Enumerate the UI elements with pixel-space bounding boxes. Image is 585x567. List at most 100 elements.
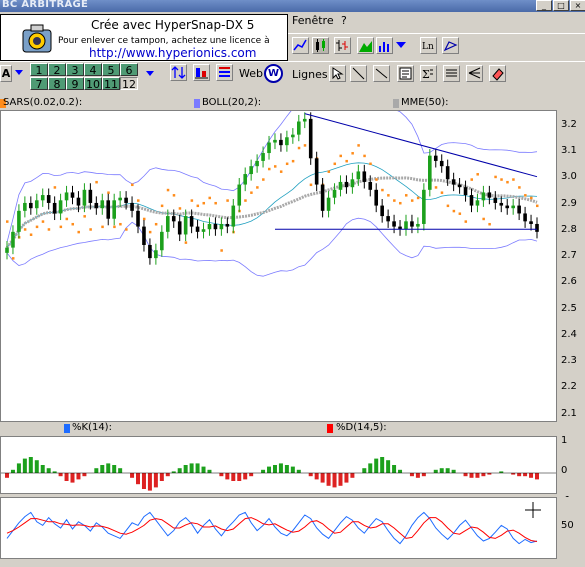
minimize-button[interactable]: _ — [536, 0, 552, 11]
candle — [148, 238, 152, 265]
sar-point — [262, 178, 265, 181]
sar-point — [244, 199, 247, 202]
period-button-3[interactable]: 3 — [66, 63, 84, 77]
period-button-6[interactable]: 6 — [120, 63, 138, 77]
period-button-11[interactable]: 11 — [102, 77, 120, 91]
svg-text:Ln: Ln — [422, 42, 434, 52]
bar-chart-icon[interactable] — [334, 37, 351, 54]
candle — [469, 188, 474, 213]
sar-point — [369, 162, 372, 166]
period-button-10[interactable]: 10 — [84, 77, 102, 91]
period-button-7[interactable]: 7 — [30, 77, 48, 91]
period-button-9[interactable]: 9 — [66, 77, 84, 91]
candle — [213, 217, 218, 236]
sigma-icon[interactable]: Σ — [420, 65, 437, 82]
period-button-12[interactable]: 12 — [120, 77, 138, 91]
stamp-link[interactable]: http://www.hyperionics.com — [89, 46, 256, 60]
sar-point — [410, 199, 414, 202]
fan-lines-icon[interactable] — [466, 65, 483, 82]
sar-point — [119, 222, 122, 226]
candle — [237, 177, 242, 213]
bollinger-mid-line — [6, 162, 538, 248]
sar-point — [250, 191, 253, 194]
candle — [451, 172, 456, 192]
sar-point — [220, 249, 223, 252]
candle — [267, 135, 271, 160]
sar-point — [6, 220, 9, 223]
price-tick-label: 2.9 — [561, 197, 577, 209]
window-title-bar: BC ARBITRAGE _ □ × — [0, 0, 585, 12]
mountain-chart-icon[interactable] — [357, 37, 374, 54]
chevron-down-icon[interactable] — [392, 37, 409, 54]
candle — [481, 185, 486, 207]
sar-point — [107, 191, 110, 194]
chevron-down-icon[interactable] — [12, 65, 26, 82]
candle — [422, 183, 426, 231]
font-a-icon[interactable]: A — [0, 65, 12, 82]
candle — [23, 196, 27, 218]
line-chart-icon[interactable] — [292, 37, 309, 54]
hypersnap-stamp: Crée avec HyperSnap-DX 5 Pour enlever ce… — [0, 14, 288, 61]
align-bottom-icon[interactable] — [193, 64, 210, 81]
web-label[interactable]: Web — [239, 67, 263, 80]
sort-arrows-icon[interactable] — [170, 64, 187, 81]
lignes-label: Lignes — [292, 68, 328, 81]
sar-point — [375, 178, 378, 181]
candle — [439, 154, 444, 173]
eraser-icon[interactable] — [489, 65, 506, 82]
histogram-pane[interactable] — [0, 436, 557, 494]
price-tick-label: 2.8 — [561, 223, 577, 235]
candle-chart-icon[interactable] — [312, 37, 329, 54]
sar-point — [488, 222, 491, 226]
sar-point — [339, 154, 342, 158]
list-icon[interactable] — [216, 64, 233, 81]
candle — [261, 146, 265, 168]
menu-help[interactable]: ? — [341, 14, 347, 27]
candle — [517, 199, 521, 221]
stochastic-pane[interactable] — [0, 497, 557, 559]
log-scale-icon[interactable]: Ln — [420, 37, 437, 54]
zoom-chart-icon[interactable] — [442, 37, 459, 54]
k-legend: %K(14): — [72, 422, 112, 433]
web-w-icon[interactable]: W — [264, 64, 283, 83]
histogram-chart — [1, 457, 556, 491]
period-button-1[interactable]: 1 — [30, 63, 48, 77]
sar-point — [351, 152, 354, 155]
stoch-tick-label: 50 — [561, 520, 574, 531]
menu-fenetre[interactable]: Fenêtre — [292, 14, 334, 27]
sar-point — [440, 191, 444, 194]
sar-point — [297, 146, 301, 150]
text-note-icon[interactable] — [397, 65, 414, 82]
sar-point — [327, 170, 331, 173]
period-button-4[interactable]: 4 — [84, 63, 102, 77]
candle — [106, 193, 111, 226]
volume-chart-icon[interactable] — [376, 37, 393, 54]
candle — [332, 183, 337, 205]
sar-point — [101, 225, 104, 229]
sar-point — [83, 215, 86, 218]
candle — [529, 214, 533, 231]
sar-point — [500, 178, 503, 181]
candle — [231, 199, 236, 234]
candle — [463, 180, 468, 202]
horizontal-lines-icon[interactable] — [443, 65, 460, 82]
chevron-down-icon[interactable] — [143, 66, 157, 83]
cursor-arrow-icon[interactable] — [329, 65, 346, 82]
candle — [291, 128, 295, 144]
close-button[interactable]: × — [570, 0, 585, 11]
price-tick-label: 3.1 — [561, 145, 577, 157]
candle — [112, 193, 116, 226]
price-chart-pane[interactable] — [0, 91, 557, 422]
line-tool-icon[interactable] — [350, 65, 367, 82]
sar-point — [464, 220, 468, 223]
period-button-2[interactable]: 2 — [48, 63, 66, 77]
toolbar-2: A 1 2 3 4 5 6 7 8 9 10 11 12 Web W Lignes Σ — [0, 61, 585, 96]
bollinger-lower-line — [6, 217, 538, 277]
maximize-button[interactable]: □ — [553, 0, 569, 11]
sar-point — [434, 186, 438, 189]
line-tool-2-icon[interactable] — [373, 65, 390, 82]
candle — [398, 220, 402, 236]
period-button-8[interactable]: 8 — [48, 77, 66, 91]
period-button-5[interactable]: 5 — [102, 63, 120, 77]
sar-point — [303, 144, 307, 147]
